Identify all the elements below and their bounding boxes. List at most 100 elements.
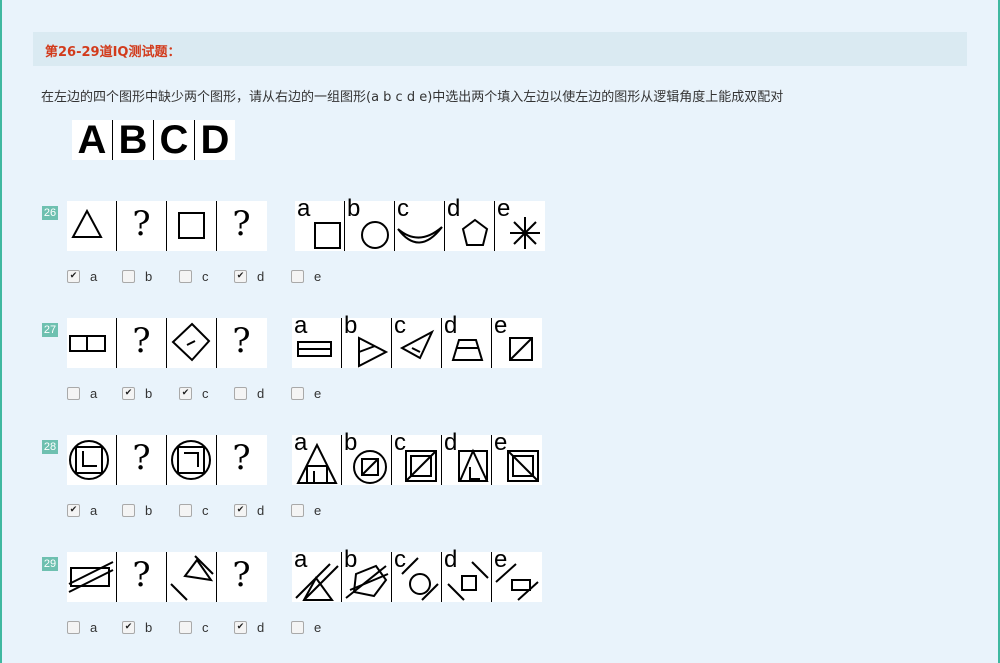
figure-split-rectangle: [67, 318, 117, 368]
question-28: 28 ? ? a b c d e a b c d e: [0, 431, 1000, 545]
option-d[interactable]: d: [234, 620, 264, 635]
missing-figure: ?: [232, 555, 251, 595]
checkbox-a[interactable]: [67, 621, 80, 634]
figure-circle-square: [67, 435, 117, 485]
checkbox-e[interactable]: [291, 270, 304, 283]
question-27: 27 ? ? a b c d e a b c d e: [0, 314, 1000, 428]
figure-crossed-triangle: [167, 552, 217, 602]
option-e[interactable]: e: [291, 503, 321, 518]
checkbox-a[interactable]: [67, 504, 80, 517]
section-header: 第26-29道IQ测试题：: [33, 32, 967, 66]
option-label: e: [314, 503, 322, 518]
checkbox-e[interactable]: [291, 504, 304, 517]
question-number-badge: 29: [42, 557, 58, 571]
option-label: b: [145, 269, 153, 284]
missing-figure: ?: [117, 552, 167, 602]
option-label: b: [145, 620, 153, 635]
question-figure-strip: ? ?: [67, 201, 267, 251]
question-figure-strip: ? ?: [67, 318, 267, 368]
checkbox-a[interactable]: [67, 387, 80, 400]
option-d[interactable]: d: [234, 386, 264, 401]
checkbox-d[interactable]: [234, 621, 247, 634]
answer-figure-e: e: [492, 548, 541, 602]
option-label: a: [90, 386, 98, 401]
option-label: c: [202, 386, 209, 401]
question-figure-strip: ? ?: [67, 552, 267, 602]
checkbox-c[interactable]: [179, 621, 192, 634]
checkbox-b[interactable]: [122, 621, 135, 634]
figure-square: [167, 201, 217, 251]
option-c[interactable]: c: [179, 620, 209, 635]
figure-crossed-rectangle: [67, 552, 117, 602]
option-b[interactable]: b: [122, 269, 152, 284]
figure-triangle: [67, 201, 117, 251]
legend-cell-b: B: [113, 120, 154, 160]
answer-figure-strip: a b c d e: [295, 197, 545, 251]
answer-figure-b: b: [345, 197, 395, 251]
option-a[interactable]: a: [67, 620, 97, 635]
answer-figure-c: c: [392, 314, 442, 368]
answer-figure-b: b: [342, 548, 392, 602]
option-b[interactable]: b: [122, 620, 152, 635]
legend-cell-a: A: [72, 120, 113, 160]
option-d[interactable]: d: [234, 503, 264, 518]
option-label: a: [90, 620, 98, 635]
missing-figure: ?: [117, 201, 167, 251]
option-a[interactable]: a: [67, 503, 97, 518]
checkbox-b[interactable]: [122, 270, 135, 283]
option-d[interactable]: d: [234, 269, 264, 284]
legend-cell-d: D: [200, 118, 230, 162]
option-b[interactable]: b: [122, 503, 152, 518]
option-label: d: [257, 503, 265, 518]
checkbox-b[interactable]: [122, 387, 135, 400]
checkbox-c[interactable]: [179, 270, 192, 283]
option-e[interactable]: e: [291, 620, 321, 635]
answer-figure-a: a: [292, 548, 342, 602]
answer-figure-b: b: [342, 431, 392, 485]
answer-figure-c: c: [392, 431, 442, 485]
option-label: e: [314, 386, 322, 401]
option-a[interactable]: a: [67, 269, 97, 284]
answer-figure-a: a: [292, 431, 342, 485]
option-e[interactable]: e: [291, 386, 321, 401]
option-e[interactable]: e: [291, 269, 321, 284]
question-figure-strip: ? ?: [67, 435, 267, 485]
option-label: b: [145, 503, 153, 518]
checkbox-d[interactable]: [234, 387, 247, 400]
checkbox-a[interactable]: [67, 270, 80, 283]
option-label: a: [90, 269, 98, 284]
checkbox-d[interactable]: [234, 270, 247, 283]
missing-figure: ?: [232, 321, 251, 361]
missing-figure: ?: [232, 438, 251, 478]
checkbox-e[interactable]: [291, 621, 304, 634]
option-label: d: [257, 269, 265, 284]
answer-figure-e: e: [492, 314, 541, 368]
answer-figure-strip: a b c d e: [292, 314, 542, 368]
figure-circle-square: [167, 435, 217, 485]
option-label: d: [257, 620, 265, 635]
option-label: c: [202, 269, 209, 284]
option-label: d: [257, 386, 265, 401]
answer-figure-b: b: [342, 314, 392, 368]
answer-figure-strip: a b c d e: [292, 548, 542, 602]
answer-figure-a: a: [295, 197, 345, 251]
option-a[interactable]: a: [67, 386, 97, 401]
checkbox-c[interactable]: [179, 504, 192, 517]
answer-figure-e: e: [495, 197, 544, 251]
legend-abcd-image: A B C D: [72, 120, 235, 160]
option-c[interactable]: c: [179, 503, 209, 518]
option-c[interactable]: c: [179, 386, 209, 401]
option-label: c: [202, 503, 209, 518]
answer-figure-e: e: [492, 431, 541, 485]
checkbox-d[interactable]: [234, 504, 247, 517]
answer-figure-c: c: [392, 548, 442, 602]
missing-figure: ?: [117, 435, 167, 485]
checkbox-b[interactable]: [122, 504, 135, 517]
checkbox-c[interactable]: [179, 387, 192, 400]
question-number-badge: 28: [42, 440, 58, 454]
checkbox-e[interactable]: [291, 387, 304, 400]
option-c[interactable]: c: [179, 269, 209, 284]
question-number-badge: 26: [42, 206, 58, 220]
option-label: e: [314, 620, 322, 635]
option-b[interactable]: b: [122, 386, 152, 401]
